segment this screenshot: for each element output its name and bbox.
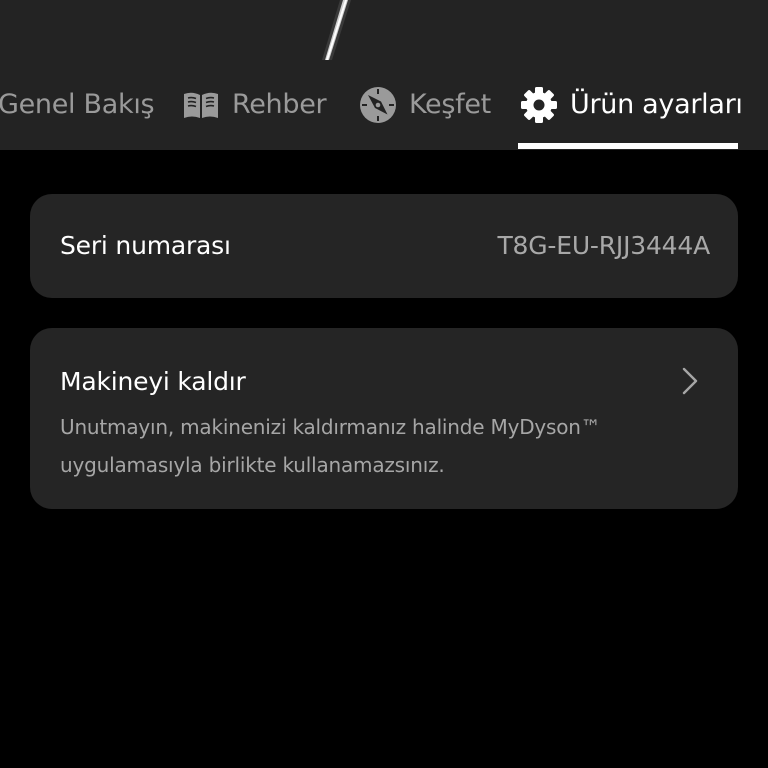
tab-settings-label: Ürün ayarları (570, 89, 743, 120)
tab-overview-label: Genel Bakış (0, 89, 155, 120)
compass-icon (360, 87, 396, 123)
gear-icon (521, 87, 557, 123)
tab-explore[interactable]: Keşfet (359, 82, 491, 150)
product-settings-screen: Genel Bakış Rehber Keşfet Ürün ayarları … (0, 0, 768, 768)
remove-machine-title: Makineyi kaldır (60, 367, 246, 396)
serial-number-card: Seri numarası T8G-EU-RJJ3444A (30, 194, 738, 298)
product-image (322, 0, 351, 60)
tab-settings[interactable]: Ürün ayarları (520, 82, 743, 150)
active-tab-indicator (518, 143, 738, 149)
tab-guide[interactable]: Rehber (182, 82, 327, 150)
serial-number-label: Seri numarası (60, 231, 231, 260)
book-icon (184, 92, 218, 118)
tab-bar: Genel Bakış Rehber Keşfet Ürün ayarları (0, 82, 768, 150)
header: Genel Bakış Rehber Keşfet Ürün ayarları (0, 0, 768, 150)
remove-machine-card[interactable]: Makineyi kaldır Unutmayın, makinenizi ka… (30, 328, 738, 509)
serial-number-value: T8G-EU-RJJ3444A (497, 231, 710, 260)
remove-machine-description: Unutmayın, makinenizi kaldırmanız halind… (60, 415, 601, 477)
chevron-right-icon (682, 367, 698, 395)
tab-explore-label: Keşfet (409, 89, 491, 120)
tab-guide-label: Rehber (232, 89, 327, 120)
tab-overview[interactable]: Genel Bakış (0, 82, 155, 150)
